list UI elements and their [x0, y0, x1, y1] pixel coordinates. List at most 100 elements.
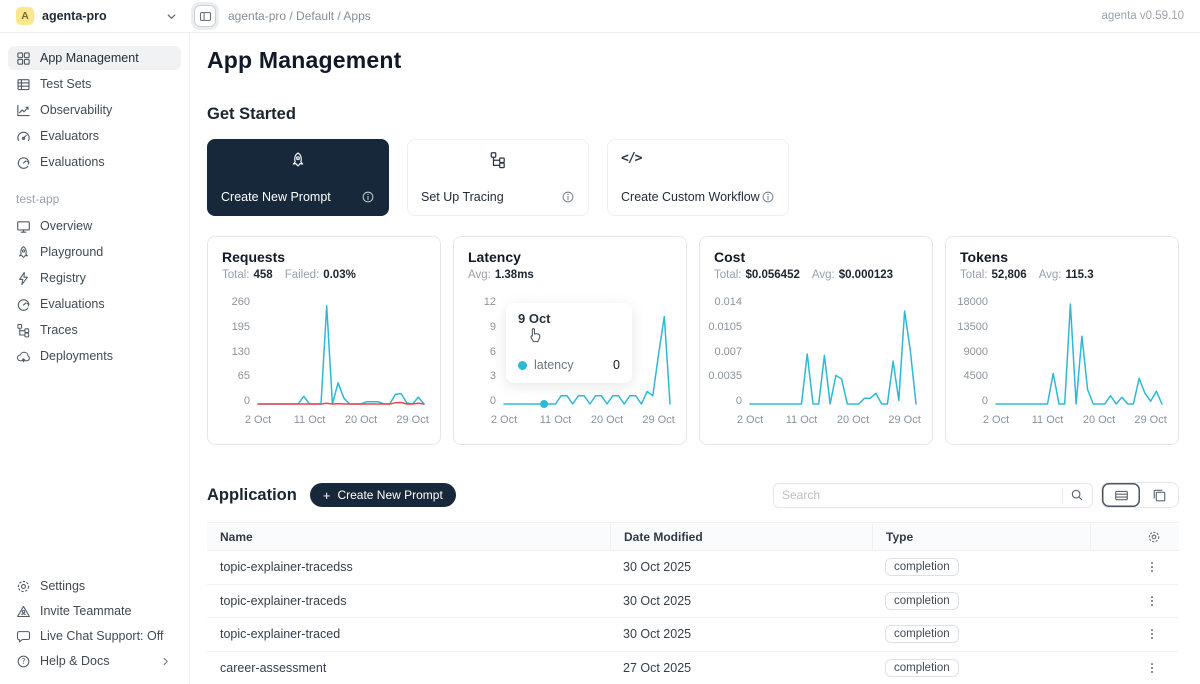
invite-teammate-icon [16, 604, 31, 619]
sidebar-item-evaluations[interactable]: Evaluations [8, 150, 181, 174]
table-row[interactable]: topic-explainer-traceds 30 Oct 2025 comp… [207, 585, 1179, 619]
x-axis-tick: 29 Oct [888, 414, 920, 426]
lightning-icon [16, 271, 31, 286]
sidebar-item-evaluators[interactable]: Evaluators [8, 124, 181, 148]
sidebar-item-test-sets[interactable]: Test Sets [8, 72, 181, 96]
stat-value: 0.03% [323, 269, 356, 281]
sidebar-item-observability[interactable]: Observability [8, 98, 181, 122]
sidebar-toggle-button[interactable] [194, 5, 216, 27]
workspace-avatar: A [16, 7, 34, 25]
table-row[interactable]: topic-explainer-tracedss 30 Oct 2025 com… [207, 551, 1179, 585]
table-rows-icon [16, 77, 31, 92]
info-icon[interactable] [361, 190, 375, 204]
rocket-icon [16, 245, 31, 260]
table-row[interactable]: career-assessment 27 Oct 2025 completion [207, 652, 1179, 684]
create-button-label: Create New Prompt [337, 488, 442, 502]
cost-line-chart [750, 295, 916, 407]
workspace-selector[interactable]: A agenta-pro [16, 7, 178, 25]
y-axis-tick: 0 [982, 395, 988, 407]
set-up-tracing-card[interactable]: Set Up Tracing [407, 139, 589, 216]
metric-charts: Requests Total:458 Failed:0.03% 26019513… [207, 236, 1179, 445]
chevron-right-icon [158, 656, 173, 667]
stat-value: $0.056452 [746, 269, 800, 281]
chart-tooltip: 9 Oct latency 0 [506, 303, 632, 383]
series-failed [258, 403, 424, 405]
app-date-modified: 30 Oct 2025 [610, 594, 872, 608]
y-axis-tick: 0 [244, 395, 250, 407]
chart-title: Tokens [960, 249, 1164, 265]
x-axis-tick: 20 Oct [591, 414, 623, 426]
sidebar-item-label: Evaluators [40, 129, 99, 143]
sidebar-item-traces[interactable]: Traces [8, 318, 181, 342]
row-menu-button[interactable] [1145, 661, 1179, 675]
x-axis-tick: 29 Oct [642, 414, 674, 426]
column-header-name: Name [207, 523, 610, 550]
create-custom-workflow-card[interactable]: </> Create Custom Workflow [607, 139, 789, 216]
y-axis-tick: 0 [736, 395, 742, 407]
app-name: topic-explainer-traceds [207, 594, 610, 608]
sidebar-item-registry[interactable]: Registry [8, 266, 181, 290]
chart-title: Requests [222, 249, 426, 265]
create-new-prompt-card[interactable]: Create New Prompt [207, 139, 389, 216]
column-settings[interactable] [1090, 523, 1179, 550]
tooltip-value: 0 [613, 358, 620, 372]
column-header-date-modified: Date Modified [610, 523, 872, 550]
get-started-heading: Get Started [207, 105, 1179, 124]
search-icon[interactable] [1070, 488, 1084, 502]
stat-label: Failed: [285, 269, 320, 281]
code-icon: </> [621, 151, 775, 166]
chart-title: Cost [714, 249, 918, 265]
series-requests [258, 306, 424, 404]
sidebar-item-help-docs[interactable]: ? Help & Docs [8, 649, 181, 673]
row-menu-button[interactable] [1145, 594, 1179, 608]
search-input[interactable] [782, 488, 1058, 502]
chevron-down-icon [165, 10, 178, 23]
sidebar-item-label: Deployments [40, 349, 113, 363]
search-box [773, 483, 1093, 508]
line-chart-icon [16, 103, 31, 118]
card-view-button[interactable] [1140, 483, 1178, 507]
info-icon[interactable] [761, 190, 775, 204]
y-axis-tick: 195 [232, 321, 250, 333]
cost-chart-card: Cost Total:$0.056452 Avg:$0.000123 0.014… [699, 236, 933, 445]
sidebar-item-label: Playground [40, 245, 103, 259]
hover-point-marker [540, 400, 548, 408]
sidebar-item-app-management[interactable]: App Management [8, 46, 181, 70]
row-menu-button[interactable] [1145, 560, 1179, 574]
table-row[interactable]: topic-explainer-traced 30 Oct 2025 compl… [207, 618, 1179, 652]
sidebar-item-label: App Management [40, 51, 139, 65]
sidebar-item-label: Invite Teammate [40, 604, 131, 618]
stat-value: 52,806 [992, 269, 1027, 281]
y-axis-tick: 9 [490, 321, 496, 333]
table-view-button[interactable] [1102, 483, 1140, 507]
plus-icon: + [323, 489, 331, 502]
sidebar-item-playground[interactable]: Playground [8, 240, 181, 264]
sidebar-item-settings[interactable]: Settings [8, 574, 181, 598]
stat-label: Avg: [468, 269, 491, 281]
info-icon[interactable] [561, 190, 575, 204]
gear-icon [16, 579, 31, 594]
y-axis-tick: 12 [484, 296, 496, 308]
sidebar-bottom: Settings Invite Teammate Live Chat Suppo… [0, 573, 189, 674]
sidebar-item-live-chat-support[interactable]: Live Chat Support: Off [8, 624, 181, 648]
sidebar-item-invite-teammate[interactable]: Invite Teammate [8, 599, 181, 623]
stat-label: Total: [714, 269, 742, 281]
sidebar-item-label: Evaluations [40, 297, 105, 311]
sidebar-item-deployments[interactable]: Deployments [8, 344, 181, 368]
x-axis: 2 Oct11 Oct20 Oct29 Oct [996, 414, 1162, 427]
table-header: Name Date Modified Type [207, 522, 1179, 551]
sidebar-item-app-evaluations[interactable]: Evaluations [8, 292, 181, 316]
app-date-modified: 27 Oct 2025 [610, 661, 872, 675]
row-menu-button[interactable] [1145, 627, 1179, 641]
create-new-prompt-button[interactable]: + Create New Prompt [310, 483, 456, 507]
chart-stats: Total:52,806 Avg:115.3 [960, 269, 1164, 281]
x-axis-tick: 29 Oct [396, 414, 428, 426]
breadcrumb[interactable]: agenta-pro / Default / Apps [228, 9, 371, 23]
sidebar: App Management Test Sets Observability E… [0, 33, 190, 684]
y-axis: 129630 [468, 295, 504, 407]
sidebar-item-overview[interactable]: Overview [8, 214, 181, 238]
chart-stats: Total:$0.056452 Avg:$0.000123 [714, 269, 918, 281]
x-axis-tick: 11 Oct [540, 414, 572, 426]
y-axis-tick: 0.007 [714, 346, 742, 358]
series-dot [518, 361, 527, 370]
